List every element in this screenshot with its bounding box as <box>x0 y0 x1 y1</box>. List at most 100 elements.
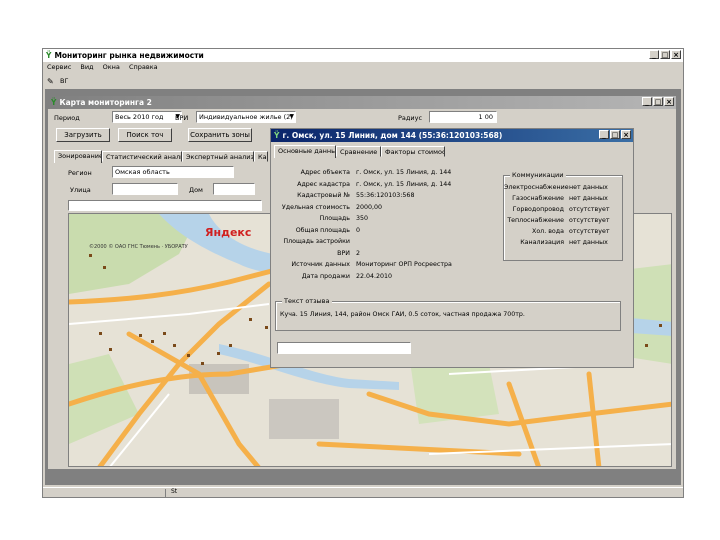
street-label: Улица <box>70 186 91 194</box>
comm-row: Хол. вода отсутствует <box>504 226 622 237</box>
region-input[interactable]: Омская область <box>112 166 234 178</box>
map-window-title: Карта мониторинга 2 <box>59 98 152 107</box>
load-button[interactable]: Загрузить <box>56 128 110 142</box>
tab-cost-factors[interactable]: Факторы стоимости <box>381 146 445 157</box>
field-value: 55:36:120103:568 <box>356 192 415 200</box>
map-maximize-icon[interactable]: □ <box>653 97 663 106</box>
field-row: Источник данных Мониторинг ОРП Росреестра <box>273 259 503 271</box>
comm-row: Канализация нет данных <box>504 237 622 248</box>
review-text: Куча. 15 Линия, 144, район Омск ГАИ, 0.5… <box>280 311 525 318</box>
radius-input[interactable]: 1 00 <box>429 111 497 123</box>
field-row: Площадь застройки <box>273 236 503 248</box>
house-input[interactable] <box>213 183 255 195</box>
tab-main-data[interactable]: Основные данные <box>274 145 336 158</box>
toolbar-vg-button[interactable]: ВГ <box>60 77 68 85</box>
map-close-icon[interactable]: × <box>664 97 674 106</box>
field-value: 22.04.2010 <box>356 272 393 280</box>
field-row: Общая площадь 0 <box>273 225 503 237</box>
comm-value: отсутствует <box>569 217 610 224</box>
menu-bar: Сервис Вид Окна Справка <box>47 63 165 73</box>
detail-window: Ÿ г. Омск, ул. 15 Линия, дом 144 (55:36:… <box>270 128 634 368</box>
close-icon[interactable]: × <box>671 50 681 59</box>
detail-title: г. Омск, ул. 15 Линия, дом 144 (55:36:12… <box>282 131 503 140</box>
map-window-logo-icon: Ÿ <box>51 98 57 107</box>
tab-comparison[interactable]: Сравнение <box>336 146 381 157</box>
menu-service[interactable]: Сервис <box>47 63 71 71</box>
comm-value: нет данных <box>569 195 608 202</box>
map-block <box>269 399 339 439</box>
field-label: Источник данных <box>291 261 350 269</box>
house-label: Дом <box>189 186 203 194</box>
field-label: Удельная стоимость <box>281 203 350 211</box>
field-row: Кадастровый № 55:36:120103:568 <box>273 190 503 202</box>
detail-maximize-icon[interactable]: □ <box>610 130 620 139</box>
vri-value: Индивидуальное жилье (2) <box>199 113 293 121</box>
tab-zoning[interactable]: Зонирование <box>54 150 102 163</box>
vri-dropdown-icon[interactable]: ▼ <box>289 112 294 122</box>
vri-label: ВРИ <box>175 114 189 122</box>
field-label: Кадастровый № <box>297 192 350 200</box>
status-panel <box>165 489 166 497</box>
comm-row: Горводопровод отсутствует <box>504 204 622 215</box>
tab-other[interactable]: Ка <box>254 151 268 162</box>
field-value: г. Омск, ул. 15 Линия, д. 144 <box>356 180 452 188</box>
field-row: Дата продажи 22.04.2010 <box>273 271 503 283</box>
detail-minimize-icon[interactable]: _ <box>599 130 609 139</box>
vri-select[interactable]: Индивидуальное жилье (2) ▼ <box>196 111 296 123</box>
app-logo-icon: Ÿ <box>46 51 52 60</box>
street-input[interactable] <box>112 183 178 195</box>
toolbar: ✎ ВГ <box>47 75 68 87</box>
tab-expert[interactable]: Экспертный анализ <box>182 151 254 162</box>
period-label: Период <box>54 114 80 122</box>
field-label: Общая площадь <box>295 226 350 234</box>
maximize-icon[interactable]: □ <box>660 50 670 59</box>
comm-label: Теплоснабжение <box>507 217 564 224</box>
comm-label: Газоснабжение <box>512 195 564 202</box>
map-minimize-icon[interactable]: _ <box>642 97 652 106</box>
map-copyright: ©2000 © ОАО ГНС Тюмень · УБОРАТУ <box>89 244 188 250</box>
status-text: St <box>171 488 178 495</box>
fields-panel: Адрес объекта г. Омск, ул. 15 Линия, д. 1… <box>273 167 503 282</box>
field-value: Мониторинг ОРП Росреестра <box>356 261 452 269</box>
communications-group: Коммуникации Электроснабжение нет данных … <box>503 171 623 261</box>
review-group: Текст отзыва Куча. 15 Линия, 144, район … <box>275 297 621 331</box>
detail-bottom-input[interactable] <box>277 342 411 354</box>
region-value: Омская область <box>115 168 170 176</box>
main-title: Мониторинг рынка недвижимости <box>54 51 204 60</box>
region-label: Регион <box>68 169 92 177</box>
search-points-button[interactable]: Поиск точ <box>118 128 172 142</box>
menu-view[interactable]: Вид <box>80 63 93 71</box>
comm-label: Хол. вода <box>532 228 564 235</box>
map-search-input[interactable] <box>68 200 262 211</box>
main-titlebar: Ÿ Мониторинг рынка недвижимости _ □ × <box>43 49 683 62</box>
detail-close-icon[interactable]: × <box>621 130 631 139</box>
menu-windows[interactable]: Окна <box>103 63 120 71</box>
field-value: 2000,00 <box>356 203 383 211</box>
save-zones-button[interactable]: Сохранить зоны <box>188 128 252 142</box>
field-label: Площадь <box>319 215 350 223</box>
field-row: Площадь 350 <box>273 213 503 225</box>
communications-title: Коммуникации <box>510 171 566 179</box>
radius-value: 1 00 <box>478 113 493 121</box>
field-label: Площадь застройки <box>283 238 350 246</box>
field-label: Адрес кадастра <box>297 180 350 188</box>
comm-row: Электроснабжение нет данных <box>504 182 622 193</box>
comm-label: Горводопровод <box>512 206 564 213</box>
field-row: Адрес кадастра г. Омск, ул. 15 Линия, д. … <box>273 179 503 191</box>
field-value: 0 <box>356 226 361 234</box>
period-select[interactable]: Весь 2010 год ▼ <box>112 111 182 123</box>
tab-statistical[interactable]: Статистический анализ <box>102 151 182 162</box>
comm-row: Теплоснабжение отсутствует <box>504 215 622 226</box>
detail-logo-icon: Ÿ <box>274 131 280 140</box>
map-titlebar: Ÿ Карта мониторинга 2 _ □ × <box>48 96 676 109</box>
wrench-icon[interactable]: ✎ <box>47 77 56 86</box>
detail-titlebar: Ÿ г. Омск, ул. 15 Линия, дом 144 (55:36:… <box>271 129 633 142</box>
comm-value: нет данных <box>569 184 608 191</box>
radius-label: Радиус <box>398 114 423 122</box>
field-label: ВРИ <box>337 249 350 257</box>
comm-value: нет данных <box>569 239 608 246</box>
minimize-icon[interactable]: _ <box>649 50 659 59</box>
review-title: Текст отзыва <box>282 297 332 305</box>
menu-help[interactable]: Справка <box>129 63 158 71</box>
comm-label: Канализация <box>520 239 564 246</box>
